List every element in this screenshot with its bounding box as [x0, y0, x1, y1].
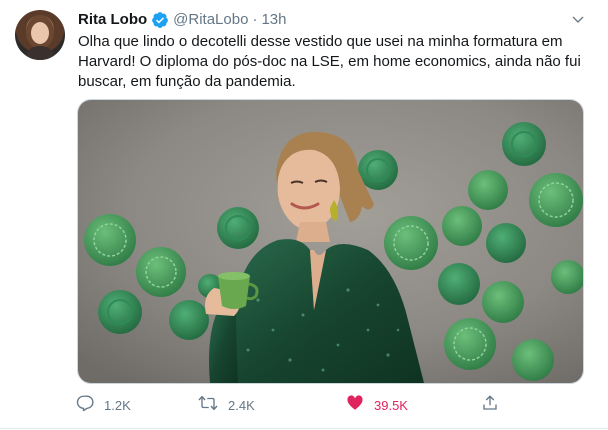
- separator-dot: ·: [252, 11, 258, 28]
- verified-badge-icon: [151, 11, 169, 29]
- like-button[interactable]: 39.5K: [346, 394, 408, 416]
- share-icon: [481, 394, 499, 417]
- author-name[interactable]: Rita Lobo: [78, 10, 147, 30]
- divider: [0, 428, 608, 429]
- tweet-photo[interactable]: [77, 99, 584, 384]
- reply-button[interactable]: 1.2K: [76, 394, 131, 416]
- avatar[interactable]: [15, 10, 65, 60]
- tweet-header: Rita Lobo @RitaLobo · 13h: [78, 10, 286, 30]
- reply-icon: [76, 394, 94, 417]
- tweet-text: Olha que lindo o decotelli desse vestido…: [78, 33, 581, 90]
- chevron-down-icon[interactable]: [568, 10, 588, 30]
- heart-icon: [346, 394, 364, 417]
- share-button[interactable]: [481, 394, 499, 416]
- tweet-actions: 1.2K 2.4K 39.5K: [76, 394, 586, 416]
- retweet-icon: [198, 394, 218, 417]
- tweet[interactable]: Rita Lobo @RitaLobo · 13h Olha que lindo…: [0, 0, 608, 430]
- retweet-button[interactable]: 2.4K: [198, 394, 255, 416]
- reply-count: 1.2K: [104, 397, 131, 413]
- tweet-timestamp[interactable]: 13h: [261, 10, 286, 30]
- author-handle[interactable]: @RitaLobo: [173, 10, 248, 30]
- like-count: 39.5K: [374, 397, 408, 413]
- retweet-count: 2.4K: [228, 397, 255, 413]
